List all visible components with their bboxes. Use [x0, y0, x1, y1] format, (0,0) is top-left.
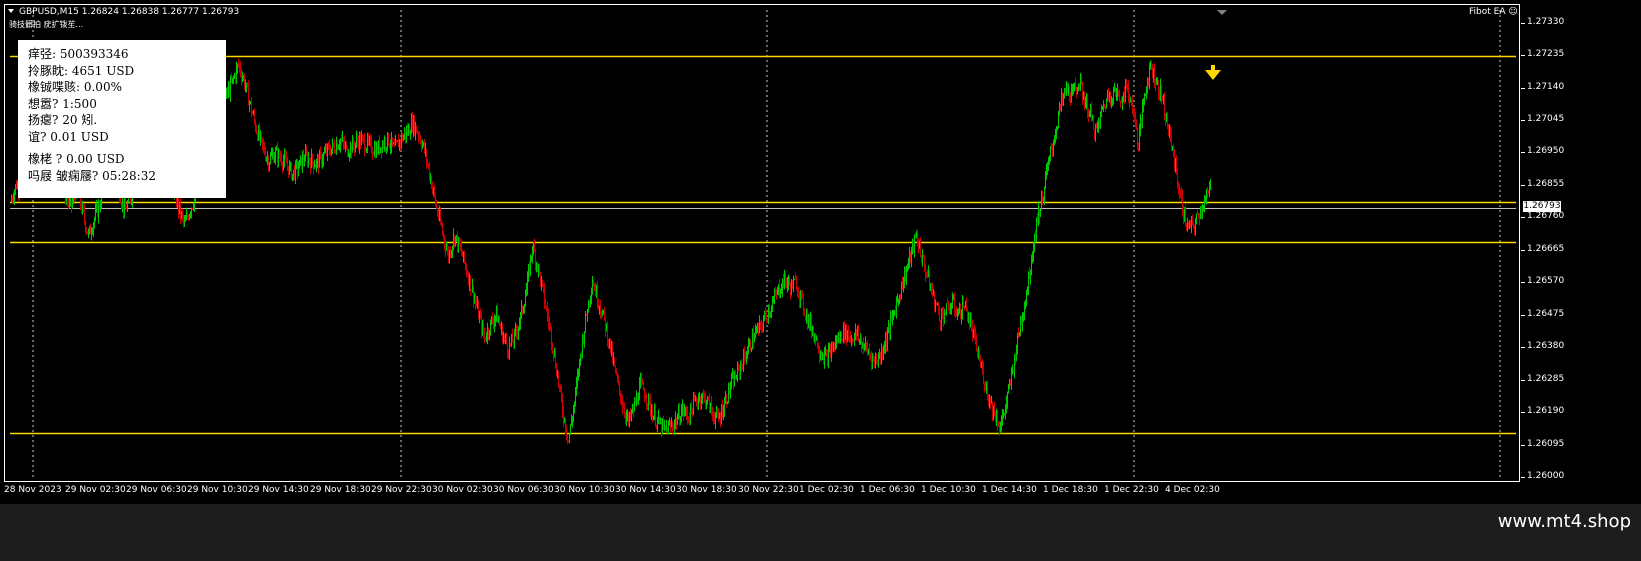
time-tick-label: 1 Dec 18:30	[1043, 485, 1098, 495]
info-profit: 橡栳 ? 0.00 USD	[28, 152, 125, 166]
price-axis-notch	[1521, 412, 1525, 414]
info-time-left: 吗屐 皱痫屦? 05:28:32	[28, 168, 156, 183]
price-chart[interactable]	[10, 10, 1516, 478]
chart-window[interactable]	[4, 4, 1520, 482]
time-tick-label: 30 Nov 02:30	[432, 485, 493, 495]
price-axis: 1.27330 1.27235 1.27140 1.27045 1.26950 1.268…	[1521, 4, 1641, 482]
time-tick-label: 30 Nov 18:30	[676, 485, 737, 495]
scroll-marker-icon[interactable]	[1217, 10, 1227, 15]
price-axis-notch	[1521, 282, 1525, 284]
price-axis-notch	[1521, 87, 1525, 89]
time-tick-label: 28 Nov 2023	[4, 485, 62, 495]
time-tick-label: 1 Dec 14:30	[982, 485, 1037, 495]
price-tick-label: 1.26000	[1527, 471, 1565, 481]
time-axis: 28 Nov 2023 29 Nov 02:30 29 Nov 06:30 29 No…	[4, 483, 1520, 499]
price-tick-label: 1.26855	[1527, 178, 1565, 189]
price-tick-label: 1.26665	[1527, 243, 1565, 254]
price-tick-label: 1.26950	[1527, 146, 1565, 157]
price-axis-notch	[1521, 444, 1525, 446]
price-tick-label: 1.27235	[1527, 49, 1565, 60]
price-axis-notch	[1521, 184, 1525, 186]
symbol-line: GBPUSD,M15 1.26824 1.26838 1.26777 1.267…	[19, 7, 240, 17]
time-tick-label: 30 Nov 10:30	[554, 485, 615, 495]
account-info-panel: 痒弪: 500393346 拎豚眈: 4651 USD 橡铖喋赅: 0.00% …	[18, 40, 226, 198]
time-tick-label: 4 Dec 02:30	[1165, 485, 1220, 495]
price-axis-notch	[1521, 217, 1525, 219]
info-profit-percent: 橡铖喋赅: 0.00%	[28, 80, 122, 94]
price-axis-notch	[1521, 347, 1525, 349]
price-tick-label: 1.27140	[1527, 81, 1565, 92]
time-tick-label: 1 Dec 02:30	[799, 485, 854, 495]
footer-strip: www.mt4.shop	[0, 504, 1641, 561]
time-tick-label: 29 Nov 22:30	[371, 485, 432, 495]
indicator-subtitle: 骑技髒拍 疣扩䥽苼...	[9, 20, 84, 29]
price-tick-label: 1.26380	[1527, 341, 1565, 352]
price-tick-label: 1.26475	[1527, 308, 1565, 319]
price-axis-notch	[1521, 249, 1525, 251]
time-tick-label: 1 Dec 10:30	[921, 485, 976, 495]
info-account-number: 痒弪: 500393346	[28, 47, 129, 61]
price-axis-notch	[1521, 120, 1525, 122]
info-spread: 扬瘪? 20 矧.	[28, 113, 98, 127]
site-watermark: www.mt4.shop	[1497, 511, 1631, 532]
price-axis-notch	[1521, 477, 1525, 478]
time-tick-label: 29 Nov 14:30	[248, 485, 309, 495]
price-tick-label: 1.26760	[1527, 211, 1565, 222]
price-axis-notch	[1521, 22, 1525, 24]
time-tick-label: 1 Dec 22:30	[1104, 485, 1159, 495]
price-tick-label: 1.26570	[1527, 276, 1565, 287]
level-lines	[10, 55, 1516, 435]
time-tick-label: 1 Dec 06:30	[860, 485, 915, 495]
time-tick-label: 29 Nov 06:30	[126, 485, 187, 495]
price-tick-label: 1.27330	[1527, 16, 1565, 27]
time-tick-label: 30 Nov 22:30	[738, 485, 799, 495]
current-price-label: 1.26793	[1523, 201, 1561, 213]
info-leverage: 想嚣? 1:500	[28, 96, 97, 111]
info-balance: 拎豚眈: 4651 USD	[28, 63, 135, 78]
price-tick-label: 1.26190	[1527, 406, 1565, 417]
price-axis-notch	[1521, 314, 1525, 316]
time-tick-label: 29 Nov 02:30	[65, 485, 126, 495]
time-tick-label: 30 Nov 14:30	[615, 485, 676, 495]
down-arrow-icon	[1205, 65, 1221, 80]
price-axis-notch	[1521, 379, 1525, 381]
price-axis-notch	[1521, 152, 1525, 154]
symbol-info: GBPUSD,M15 1.26824 1.26838 1.26777 1.267…	[7, 7, 239, 17]
time-tick-label: 29 Nov 18:30	[310, 485, 371, 495]
price-axis-notch	[1521, 55, 1525, 57]
grid-lines	[32, 10, 1501, 478]
ea-label[interactable]: Fibot EA ☺	[1469, 7, 1518, 17]
info-lot-value: 谊? 0.01 USD	[28, 129, 109, 144]
price-tick-label: 1.27045	[1527, 114, 1565, 125]
time-tick-label: 30 Nov 06:30	[493, 485, 554, 495]
price-tick-label: 1.26095	[1527, 438, 1565, 449]
price-tick-label: 1.26285	[1527, 373, 1565, 384]
time-tick-label: 29 Nov 10:30	[187, 485, 248, 495]
